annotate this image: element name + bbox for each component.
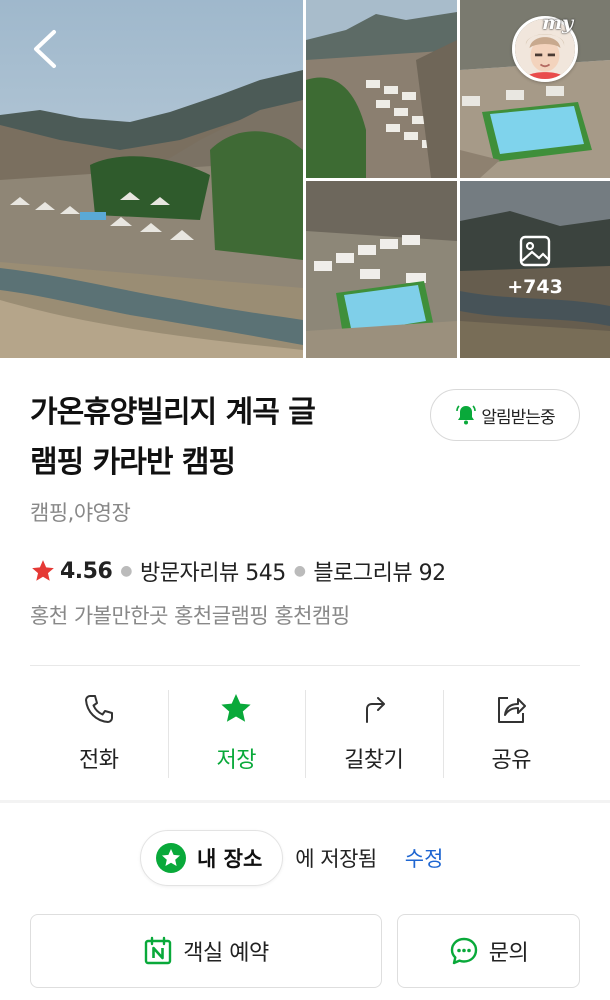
section-divider: [0, 800, 610, 803]
action-bar: 전화 저장 길찾기 공유: [30, 690, 580, 778]
star-icon: [221, 694, 251, 722]
share-button[interactable]: 공유: [442, 690, 581, 778]
keyword-tags: 홍천 가볼만한곳 홍천글램핑 홍천캠핑: [30, 604, 350, 628]
photo-thumbnail-1[interactable]: [306, 0, 457, 178]
back-button[interactable]: [26, 24, 66, 74]
more-photos-button[interactable]: +743: [460, 181, 610, 358]
my-label: my: [542, 12, 574, 34]
reserve-room-button[interactable]: 객실 예약: [30, 914, 382, 988]
alarm-toggle-button[interactable]: 알림받는중: [430, 389, 580, 441]
inquiry-label: 문의: [488, 941, 529, 966]
inquiry-button[interactable]: 문의: [397, 914, 580, 988]
saved-status-row: 내 장소 에 저장됨 수정: [140, 830, 443, 886]
edit-link[interactable]: 수정: [405, 843, 444, 873]
rating-star-icon: [32, 560, 54, 581]
directions-icon: [365, 697, 385, 723]
separator-dot: ●: [120, 563, 132, 579]
photo-thumbnail-3[interactable]: [306, 181, 457, 358]
photo-gallery: +743 my: [0, 0, 610, 358]
separator-dot: ●: [293, 563, 306, 579]
green-star-badge-icon: [156, 843, 186, 873]
blog-reviews-link[interactable]: 블로그리뷰 92: [313, 555, 446, 587]
chevron-left-icon: [34, 30, 56, 68]
my-place-folder-chip[interactable]: 내 장소: [140, 830, 284, 886]
divider: [30, 665, 580, 666]
save-label: 저장: [216, 748, 257, 773]
phone-icon: [84, 695, 113, 723]
saved-text: 에 저장됨: [295, 847, 377, 871]
call-button[interactable]: 전화: [30, 690, 168, 778]
directions-label: 길찾기: [344, 748, 404, 773]
folder-name: 내 장소: [197, 847, 263, 871]
rating-row: 4.56 ● 방문자리뷰 545 ● 블로그리뷰 92: [30, 555, 446, 587]
image-icon: [519, 235, 551, 266]
alarm-label: 알림받는중: [481, 407, 555, 428]
more-photos-count: +743: [507, 275, 563, 298]
visitor-reviews-link[interactable]: 방문자리뷰 545: [140, 555, 286, 587]
rating-score: 4.56: [60, 558, 113, 584]
directions-button[interactable]: 길찾기: [305, 690, 443, 778]
category-text: 캠핑,야영장: [30, 501, 131, 525]
title-line-1: 가온휴양빌리지 계곡 글: [30, 395, 316, 430]
share-label: 공유: [491, 748, 532, 773]
bell-icon: [456, 405, 477, 425]
save-button[interactable]: 저장: [167, 690, 306, 778]
share-icon: [498, 697, 527, 723]
reserve-label: 객실 예약: [183, 941, 269, 966]
title-line-2: 램핑 카라반 캠핑: [30, 445, 236, 480]
naver-booking-icon: [145, 936, 172, 965]
page-title: 가온휴양빌리지 계곡 글 램핑 카라반 캠핑: [30, 388, 410, 488]
call-label: 전화: [79, 748, 119, 773]
chat-bubble-icon: [450, 937, 477, 965]
